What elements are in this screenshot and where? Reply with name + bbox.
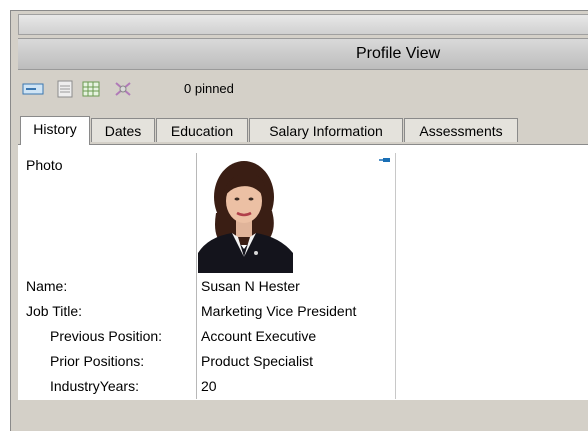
tab-label: History [33, 121, 77, 137]
tab-dates[interactable]: Dates [91, 118, 155, 142]
field-label-previous-position: Previous Position: [50, 328, 163, 344]
unpin-icon[interactable] [112, 80, 134, 98]
column-divider [395, 153, 396, 399]
pinned-count: 0 pinned [184, 81, 234, 96]
title-bar: Profile View [18, 38, 588, 70]
field-value-previous-position: Account Executive [201, 328, 317, 344]
field-label-prior-positions: Prior Positions: [50, 353, 145, 369]
tab-label: Education [170, 123, 234, 139]
profile-panel: Photo Name: Susan N Hester Job Title: Ma… [18, 145, 588, 400]
card-view-icon[interactable] [22, 80, 44, 98]
profile-photo [198, 153, 293, 273]
tab-salary-information[interactable]: Salary Information [249, 118, 403, 142]
grid-icon[interactable] [80, 80, 102, 98]
photo-label: Photo [26, 157, 63, 173]
field-value-name: Susan N Hester [201, 278, 300, 294]
window-title: Profile View [356, 45, 441, 62]
tab-label: Salary Information [269, 123, 383, 139]
field-value-job-title: Marketing Vice President [201, 303, 357, 319]
toolbar: 0 pinned [18, 72, 588, 106]
column-divider [196, 153, 197, 399]
field-value-prior-positions: Product Specialist [201, 353, 314, 369]
panel-footer [18, 400, 588, 430]
top-strip [18, 14, 588, 35]
tab-assessments[interactable]: Assessments [404, 118, 518, 142]
field-label-industry-years: IndustryYears: [50, 378, 139, 394]
tab-label: Dates [104, 123, 142, 139]
pin-icon[interactable] [379, 157, 391, 163]
tab-history[interactable]: History [20, 116, 90, 145]
tab-label: Assessments [419, 123, 503, 139]
field-label-job-title: Job Title: [26, 303, 83, 319]
tab-strip: History Dates Education Salary Informati… [18, 116, 588, 145]
field-label-name: Name: [26, 278, 68, 294]
tab-education[interactable]: Education [156, 118, 248, 142]
document-icon[interactable] [54, 80, 76, 98]
field-value-industry-years: 20 [201, 378, 217, 394]
